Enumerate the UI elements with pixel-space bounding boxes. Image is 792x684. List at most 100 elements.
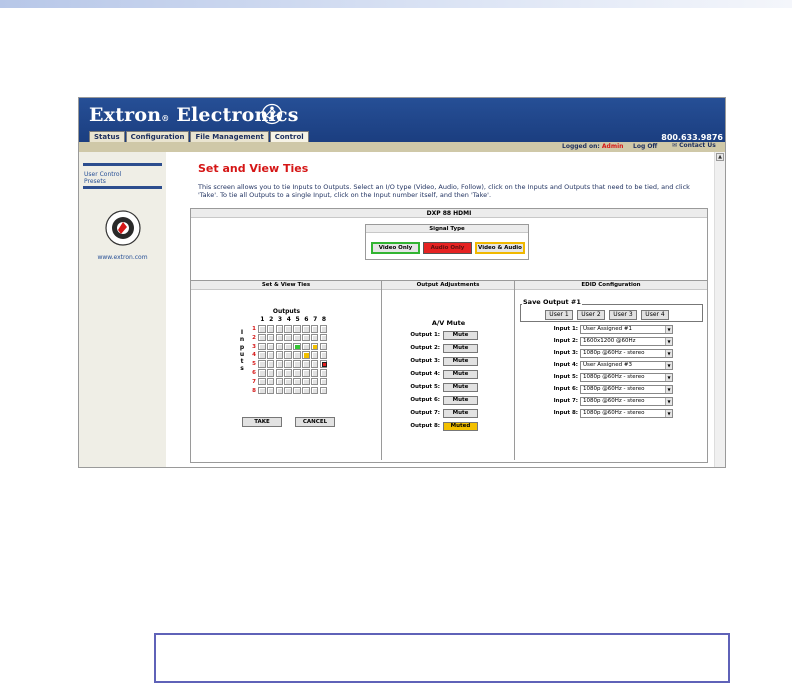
mute-button[interactable]: Mute (443, 396, 478, 405)
tie-cell[interactable] (284, 325, 292, 333)
tie-cell[interactable] (301, 333, 310, 342)
tie-cell[interactable] (284, 377, 292, 386)
edid-select[interactable]: 1080p @60Hz - stereo ▼ (580, 385, 673, 394)
tie-cell[interactable] (293, 333, 301, 342)
tie-cell[interactable] (258, 368, 266, 377)
tie-cell[interactable] (319, 351, 328, 359)
output-number[interactable]: 5 (293, 316, 302, 323)
output-number[interactable]: 3 (276, 316, 285, 323)
tie-cell[interactable] (275, 351, 284, 359)
tie-cell-audio[interactable] (319, 360, 328, 368)
output-number[interactable]: 7 (311, 316, 320, 323)
tie-cell[interactable] (301, 325, 310, 333)
tie-cell[interactable] (319, 325, 328, 333)
user-2-button[interactable]: User 2 (577, 310, 605, 320)
tie-cell[interactable] (275, 368, 284, 377)
muted-button[interactable]: Muted (443, 422, 478, 431)
edid-select[interactable]: User Assigned #1 ▼ (580, 325, 673, 334)
tie-cell[interactable] (275, 325, 284, 333)
tie-cell[interactable] (284, 360, 292, 368)
video-only-button[interactable]: Video Only (371, 242, 420, 254)
tie-cell[interactable] (266, 333, 275, 342)
tie-cell[interactable] (266, 386, 275, 395)
input-number[interactable]: 4 (248, 351, 256, 360)
tie-cell[interactable] (301, 386, 310, 395)
tie-cell[interactable] (266, 342, 275, 351)
tie-cell[interactable] (258, 351, 266, 359)
input-number[interactable]: 3 (248, 343, 256, 352)
tab-configuration[interactable]: Configuration (125, 131, 190, 142)
output-number[interactable]: 2 (267, 316, 276, 323)
scroll-up-arrow-icon[interactable]: ▲ (716, 153, 724, 161)
tie-cell[interactable] (293, 351, 301, 359)
edid-select[interactable]: 1600x1200 @60Hz ▼ (580, 337, 673, 346)
tie-cell[interactable] (310, 325, 319, 333)
tie-cell-follow[interactable] (301, 351, 310, 359)
take-button[interactable]: TAKE (242, 417, 282, 427)
edid-select[interactable]: User Assigned #3 ▼ (580, 361, 673, 370)
tie-cell[interactable] (275, 386, 284, 395)
tie-cell[interactable] (319, 333, 328, 342)
edid-select[interactable]: 1080p @60Hz - stereo ▼ (580, 409, 673, 418)
edid-select[interactable]: 1080p @60Hz - stereo ▼ (580, 397, 673, 406)
mute-button[interactable]: Mute (443, 370, 478, 379)
mute-button[interactable]: Mute (443, 344, 478, 353)
mute-button[interactable]: Mute (443, 409, 478, 418)
tie-cell[interactable] (258, 342, 266, 351)
tie-cell[interactable] (275, 333, 284, 342)
input-number[interactable]: 2 (248, 334, 256, 343)
input-number[interactable]: 1 (248, 325, 256, 334)
tie-cell[interactable] (293, 386, 301, 395)
cancel-button[interactable]: CANCEL (295, 417, 335, 427)
input-number[interactable]: 8 (248, 387, 256, 396)
tie-cell[interactable] (284, 342, 292, 351)
edid-select[interactable]: 1080p @60Hz - stereo ▼ (580, 349, 673, 358)
tab-status[interactable]: Status (89, 131, 125, 142)
tie-cell[interactable] (258, 360, 266, 368)
dropdown-arrow-icon[interactable]: ▼ (665, 350, 672, 357)
video-and-audio-button[interactable]: Video & Audio (475, 242, 525, 254)
tie-cell[interactable] (301, 342, 310, 351)
output-number[interactable]: 8 (320, 316, 329, 323)
audio-only-button[interactable]: Audio Only (423, 242, 472, 254)
tie-cell-video[interactable] (293, 342, 301, 351)
dropdown-arrow-icon[interactable]: ▼ (665, 410, 672, 417)
user-4-button[interactable]: User 4 (641, 310, 669, 320)
dropdown-arrow-icon[interactable]: ▼ (665, 374, 672, 381)
input-number[interactable]: 5 (248, 360, 256, 369)
tie-cell[interactable] (319, 386, 328, 395)
tie-cell[interactable] (275, 360, 284, 368)
dropdown-arrow-icon[interactable]: ▼ (665, 326, 672, 333)
tie-cell[interactable] (258, 386, 266, 395)
contact-us-link[interactable]: ✉ Contact Us (672, 142, 716, 149)
tie-cell[interactable] (258, 325, 266, 333)
tie-cell[interactable] (319, 377, 328, 386)
dropdown-arrow-icon[interactable]: ▼ (665, 362, 672, 369)
tie-cell[interactable] (310, 351, 319, 359)
tie-cell[interactable] (293, 368, 301, 377)
tie-cell[interactable] (301, 360, 310, 368)
tie-cell-follow[interactable] (310, 342, 319, 351)
tie-cell[interactable] (266, 351, 275, 359)
sidebar-link-presets[interactable]: Presets (84, 178, 106, 185)
tie-cell[interactable] (293, 377, 301, 386)
output-number[interactable]: 4 (284, 316, 293, 323)
tie-cell[interactable] (258, 333, 266, 342)
tie-cell[interactable] (310, 360, 319, 368)
output-number[interactable]: 6 (302, 316, 311, 323)
tie-cell[interactable] (293, 360, 301, 368)
tie-cell[interactable] (284, 351, 292, 359)
tie-cell[interactable] (310, 333, 319, 342)
sidebar-url-link[interactable]: www.extron.com (79, 254, 166, 261)
tie-cell[interactable] (319, 368, 328, 377)
tie-cell[interactable] (275, 342, 284, 351)
dropdown-arrow-icon[interactable]: ▼ (665, 398, 672, 405)
input-number[interactable]: 7 (248, 378, 256, 387)
tie-cell[interactable] (266, 360, 275, 368)
tie-cell[interactable] (284, 386, 292, 395)
output-number[interactable]: 1 (258, 316, 267, 323)
tie-cell[interactable] (258, 377, 266, 386)
tie-cell[interactable] (284, 368, 292, 377)
tie-cell[interactable] (284, 333, 292, 342)
input-number[interactable]: 6 (248, 369, 256, 378)
